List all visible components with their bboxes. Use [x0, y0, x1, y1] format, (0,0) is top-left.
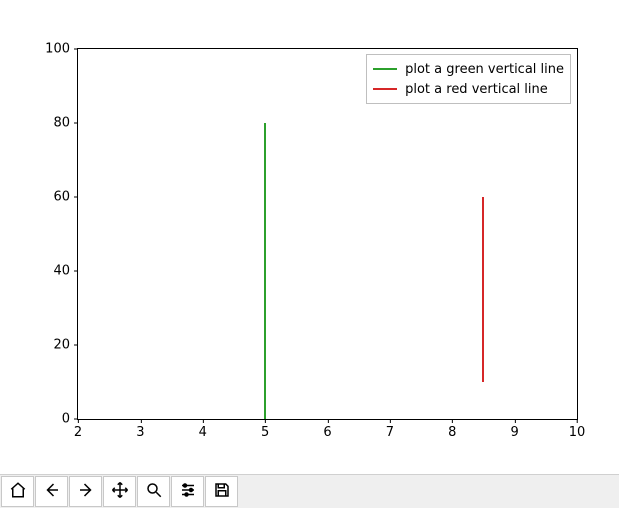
- series-line: [482, 197, 484, 382]
- y-tick: 60: [53, 190, 78, 205]
- legend-label: plot a green vertical line: [405, 62, 564, 77]
- legend-entry: plot a red vertical line: [373, 79, 564, 99]
- zoom-button[interactable]: [137, 476, 170, 507]
- save-button[interactable]: [205, 476, 238, 507]
- x-tick: 6: [323, 419, 331, 440]
- arrow-right-icon: [77, 481, 95, 502]
- x-tick: 10: [569, 419, 586, 440]
- matplotlib-toolbar: [0, 474, 619, 508]
- sliders-icon: [179, 481, 197, 502]
- x-tick: 3: [136, 419, 144, 440]
- configure-button[interactable]: [171, 476, 204, 507]
- x-tick: 8: [448, 419, 456, 440]
- legend-swatch: [373, 68, 397, 70]
- home-icon: [9, 481, 27, 502]
- x-tick: 7: [386, 419, 394, 440]
- y-tick: 100: [45, 42, 78, 57]
- move-icon: [111, 481, 129, 502]
- legend: plot a green vertical line plot a red ver…: [366, 54, 571, 104]
- legend-label: plot a red vertical line: [405, 82, 548, 97]
- y-tick: 80: [53, 116, 78, 131]
- home-button[interactable]: [1, 476, 34, 507]
- x-tick: 9: [510, 419, 518, 440]
- zoom-icon: [145, 481, 163, 502]
- arrow-left-icon: [43, 481, 61, 502]
- forward-button[interactable]: [69, 476, 102, 507]
- y-tick: 0: [62, 412, 78, 427]
- save-icon: [213, 481, 231, 502]
- pan-button[interactable]: [103, 476, 136, 507]
- y-tick: 20: [53, 338, 78, 353]
- legend-swatch: [373, 88, 397, 90]
- series-line: [264, 123, 266, 419]
- x-tick: 5: [261, 419, 269, 440]
- plot-axes: plot a green vertical line plot a red ver…: [77, 48, 578, 420]
- chart-area: plot a green vertical line plot a red ver…: [0, 0, 619, 470]
- x-tick: 4: [199, 419, 207, 440]
- y-tick: 40: [53, 264, 78, 279]
- back-button[interactable]: [35, 476, 68, 507]
- legend-entry: plot a green vertical line: [373, 59, 564, 79]
